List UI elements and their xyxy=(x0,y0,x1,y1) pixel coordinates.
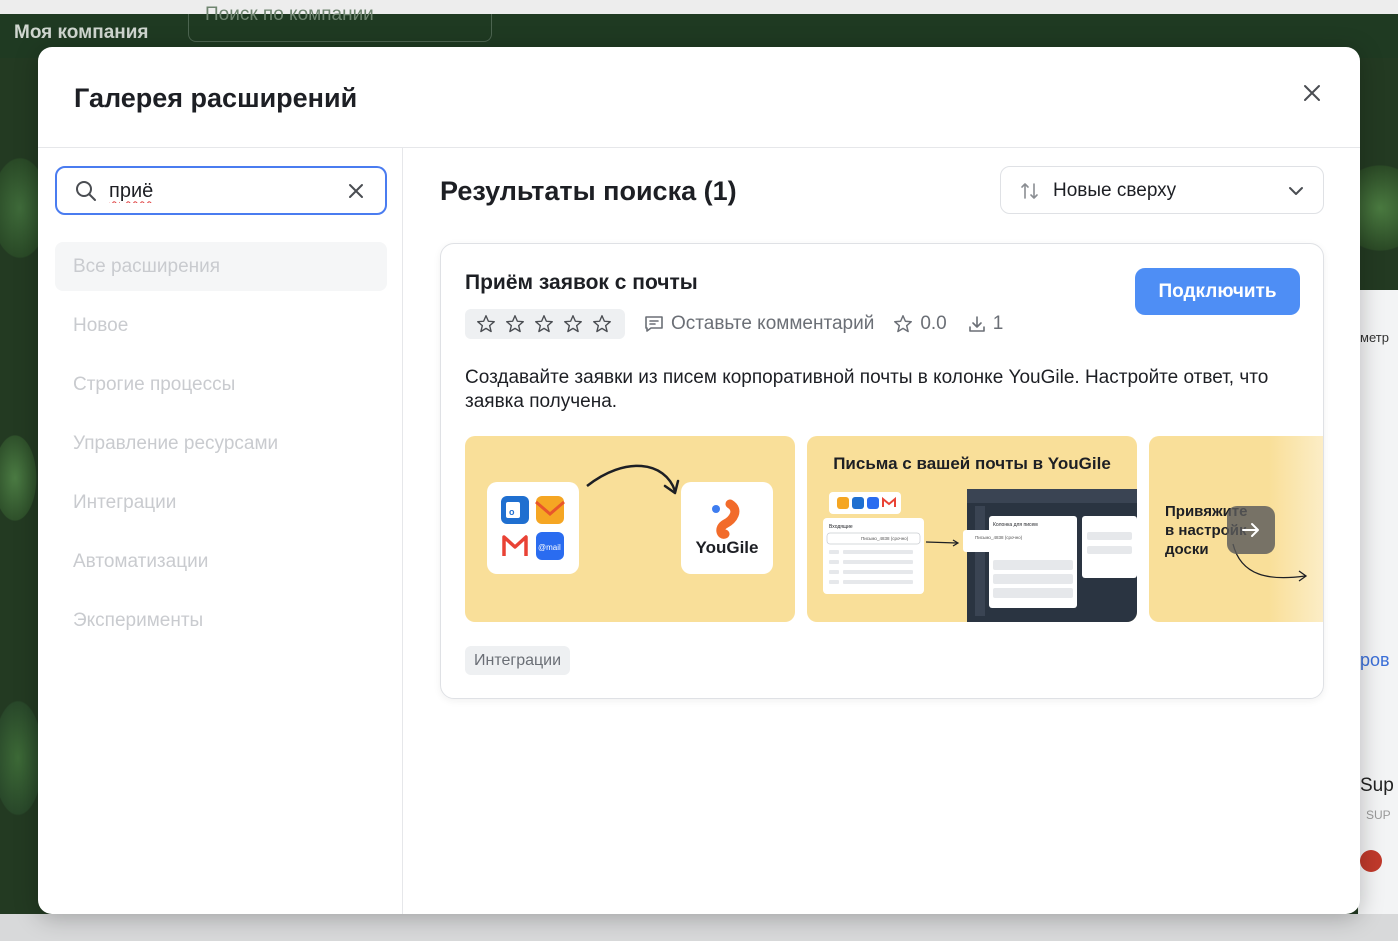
star-icon[interactable] xyxy=(591,313,615,335)
background-right-panel: метр ров Sup SUP xyxy=(1358,290,1398,941)
rating-value: 0.0 xyxy=(892,313,947,335)
bg-text: метр xyxy=(1360,330,1389,345)
star-icon[interactable] xyxy=(475,313,499,335)
screenshot-1[interactable]: o @mail YouGile xyxy=(465,436,795,622)
star-icon[interactable] xyxy=(533,313,557,335)
download-icon xyxy=(968,316,985,332)
bg-text: Sup xyxy=(1360,775,1394,796)
yougile-logo-text: YouGile xyxy=(696,538,759,557)
rating-stars xyxy=(465,309,625,339)
chevron-down-icon xyxy=(1287,182,1305,205)
search-input[interactable] xyxy=(109,178,329,204)
category-experiments[interactable]: Эксперименты xyxy=(55,596,387,645)
category-all[interactable]: Все расширения xyxy=(55,242,387,291)
company-title[interactable]: Моя компания xyxy=(14,22,149,44)
extension-card: Приём заявок с почты Подключить Оставьте… xyxy=(440,243,1324,699)
star-icon[interactable] xyxy=(562,313,586,335)
screenshot-carousel: o @mail YouGile Письма с вашей почты в Y… xyxy=(465,436,1323,622)
category-list: Все расширения Новое Строгие процессы Уп… xyxy=(55,242,387,655)
download-number: 1 xyxy=(992,313,1004,334)
shot2-inbox: Входящие xyxy=(829,524,853,530)
background-bottom-bar xyxy=(0,914,1398,941)
extension-title[interactable]: Приём заявок с почты xyxy=(465,271,698,295)
category-resource-management[interactable]: Управление ресурсами xyxy=(55,419,387,468)
main-content: Результаты поиска (1) Новые сверху Приём… xyxy=(404,148,1360,914)
star-icon[interactable] xyxy=(504,313,528,335)
modal-header: Галерея расширений xyxy=(38,47,1360,148)
arrow-right-icon xyxy=(1242,523,1259,537)
extension-description: Создавайте заявки из писем корпоративной… xyxy=(465,367,1269,412)
category-new[interactable]: Новое xyxy=(55,301,387,350)
shot2-item: Письмо_4838 (срочно) xyxy=(975,535,1023,540)
bg-avatar xyxy=(1360,850,1382,872)
category-automations[interactable]: Автоматизации xyxy=(55,537,387,586)
close-icon[interactable] xyxy=(1300,81,1324,105)
star-outline-icon xyxy=(894,315,913,333)
category-strict-processes[interactable]: Строгие процессы xyxy=(55,360,387,409)
extension-search-field[interactable] xyxy=(55,166,387,215)
extension-meta: Оставьте комментарий 0.0 1 xyxy=(465,309,1003,339)
company-search-placeholder: Поиск по компании xyxy=(205,4,374,25)
extensions-gallery-modal: Галерея расширений Все расширения Новое … xyxy=(38,47,1360,914)
comment-link[interactable]: Оставьте комментарий xyxy=(643,313,874,335)
search-icon xyxy=(75,180,97,207)
mail-label: @mail xyxy=(538,543,561,552)
sort-dropdown[interactable]: Новые сверху xyxy=(1000,166,1324,214)
clear-icon[interactable] xyxy=(347,182,365,205)
sidebar: Все расширения Новое Строгие процессы Уп… xyxy=(38,148,403,914)
category-integrations[interactable]: Интеграции xyxy=(55,478,387,527)
modal-title: Галерея расширений xyxy=(74,83,358,113)
comment-label: Оставьте комментарий xyxy=(671,313,875,334)
download-count: 1 xyxy=(967,313,1004,335)
svg-text:o: o xyxy=(509,507,515,517)
screenshot-2[interactable]: Письма с вашей почты в YouGile Колонка д… xyxy=(807,436,1137,622)
bg-text: SUP xyxy=(1366,808,1391,822)
shot2-item: Письмо_4838 (срочно) xyxy=(861,536,909,541)
category-tag[interactable]: Интеграции xyxy=(465,646,571,675)
results-title: Результаты поиска (1) xyxy=(440,176,737,206)
sort-arrows-icon xyxy=(1019,181,1041,206)
carousel-next-button[interactable] xyxy=(1227,506,1275,554)
company-search[interactable]: Поиск по компании xyxy=(188,5,492,42)
sort-label: Новые сверху xyxy=(1053,180,1177,201)
comment-icon xyxy=(645,316,663,332)
connect-button[interactable]: Подключить xyxy=(1135,268,1300,315)
shot2-column: Колонка для писем xyxy=(993,522,1038,528)
rating-number: 0.0 xyxy=(920,313,947,334)
shot2-title: Письма с вашей почты в YouGile xyxy=(833,454,1111,473)
bg-link: ров xyxy=(1360,650,1390,670)
